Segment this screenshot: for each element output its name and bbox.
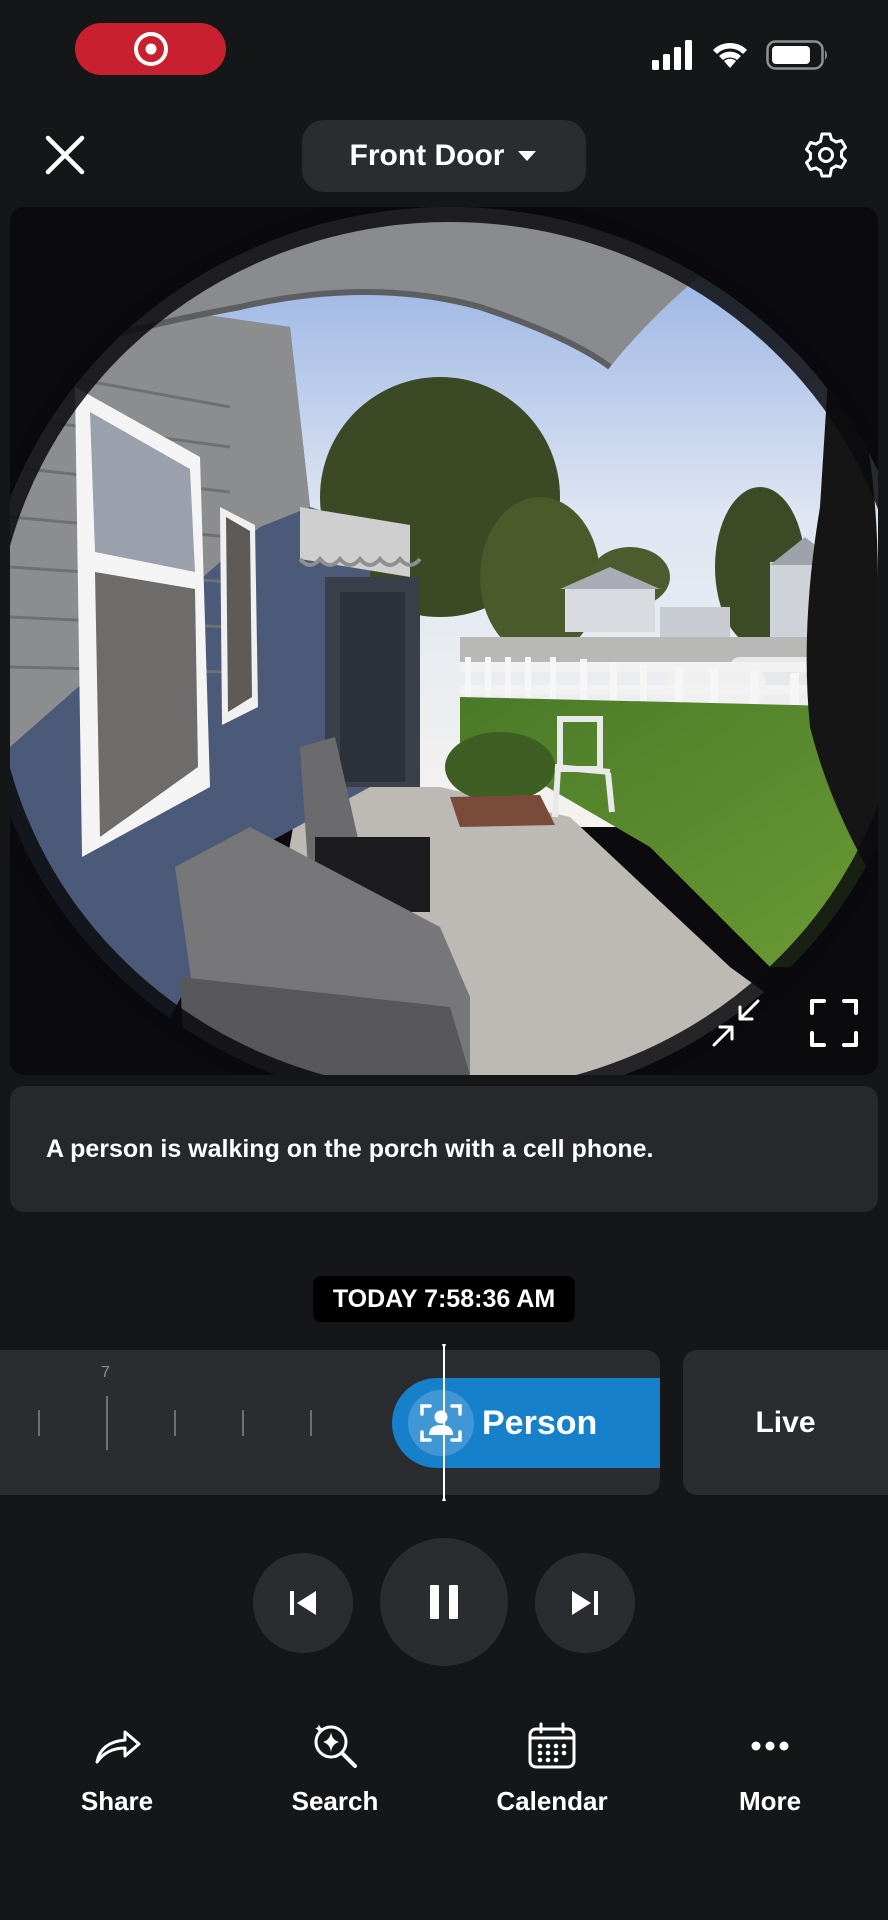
sparkle-search-icon: [314, 1724, 357, 1768]
settings-button[interactable]: [802, 131, 850, 179]
search-label: Search: [291, 1786, 379, 1816]
event-timestamp: TODAY 7:58:36 AM: [313, 1276, 575, 1322]
close-button[interactable]: [40, 130, 90, 180]
timeline-tick: [310, 1410, 312, 1436]
timestamp-text: TODAY 7:58:36 AM: [332, 1284, 556, 1313]
person-detect-icon: [408, 1390, 474, 1456]
person-event-label: Person: [482, 1403, 598, 1442]
skip-previous-icon: [290, 1591, 316, 1615]
event-description-card: A person is walking on the porch with a …: [10, 1086, 878, 1212]
target-logo[interactable]: [75, 23, 226, 75]
close-icon: [45, 135, 85, 175]
skip-next-icon: [572, 1591, 598, 1615]
fullscreen-button[interactable]: [808, 997, 860, 1049]
cellular-signal-icon: [652, 40, 692, 70]
caret-down-icon: [518, 151, 537, 161]
timeline-tick: [38, 1410, 40, 1436]
pause-button[interactable]: [380, 1538, 508, 1666]
calendar-button[interactable]: Calendar: [472, 1720, 632, 1817]
timeline-playhead[interactable]: [442, 1344, 446, 1501]
status-bar: [0, 0, 888, 100]
pause-icon: [430, 1585, 458, 1619]
share-button[interactable]: Share: [37, 1720, 197, 1817]
event-timeline[interactable]: 7 Person: [0, 1350, 660, 1495]
calendar-label: Calendar: [496, 1786, 608, 1816]
share-label: Share: [80, 1786, 154, 1816]
person-event-marker[interactable]: Person: [392, 1378, 660, 1468]
collapse-arrows-icon: [712, 999, 760, 1047]
skip-previous-button[interactable]: [253, 1553, 353, 1653]
timeline-tick: [242, 1410, 244, 1436]
more-dots-icon: [751, 1741, 789, 1751]
gear-icon: [805, 132, 847, 178]
wifi-icon: [713, 42, 747, 68]
exit-fullscreen-button[interactable]: [710, 997, 762, 1049]
more-label: More: [738, 1786, 802, 1816]
target-logo-icon: [133, 32, 168, 66]
camera-name: Front Door: [349, 139, 505, 172]
doorbell-camera-image: [10, 207, 878, 1075]
timeline-tick: [106, 1396, 108, 1450]
share-arrow-icon: [95, 1730, 141, 1764]
event-description: A person is walking on the porch with a …: [46, 1134, 654, 1163]
live-button[interactable]: Live: [683, 1350, 888, 1495]
camera-selector[interactable]: Front Door: [302, 120, 586, 192]
video-feed[interactable]: [10, 207, 878, 1075]
timeline-tick: [174, 1410, 176, 1436]
calendar-icon: [528, 1722, 576, 1769]
live-label: Live: [755, 1405, 816, 1439]
more-button[interactable]: More: [690, 1720, 850, 1817]
search-button[interactable]: Search: [255, 1720, 415, 1817]
fullscreen-icon: [810, 999, 858, 1047]
skip-next-button[interactable]: [535, 1553, 635, 1653]
timeline-tick-label: 7: [101, 1364, 110, 1381]
battery-icon: [766, 40, 827, 70]
